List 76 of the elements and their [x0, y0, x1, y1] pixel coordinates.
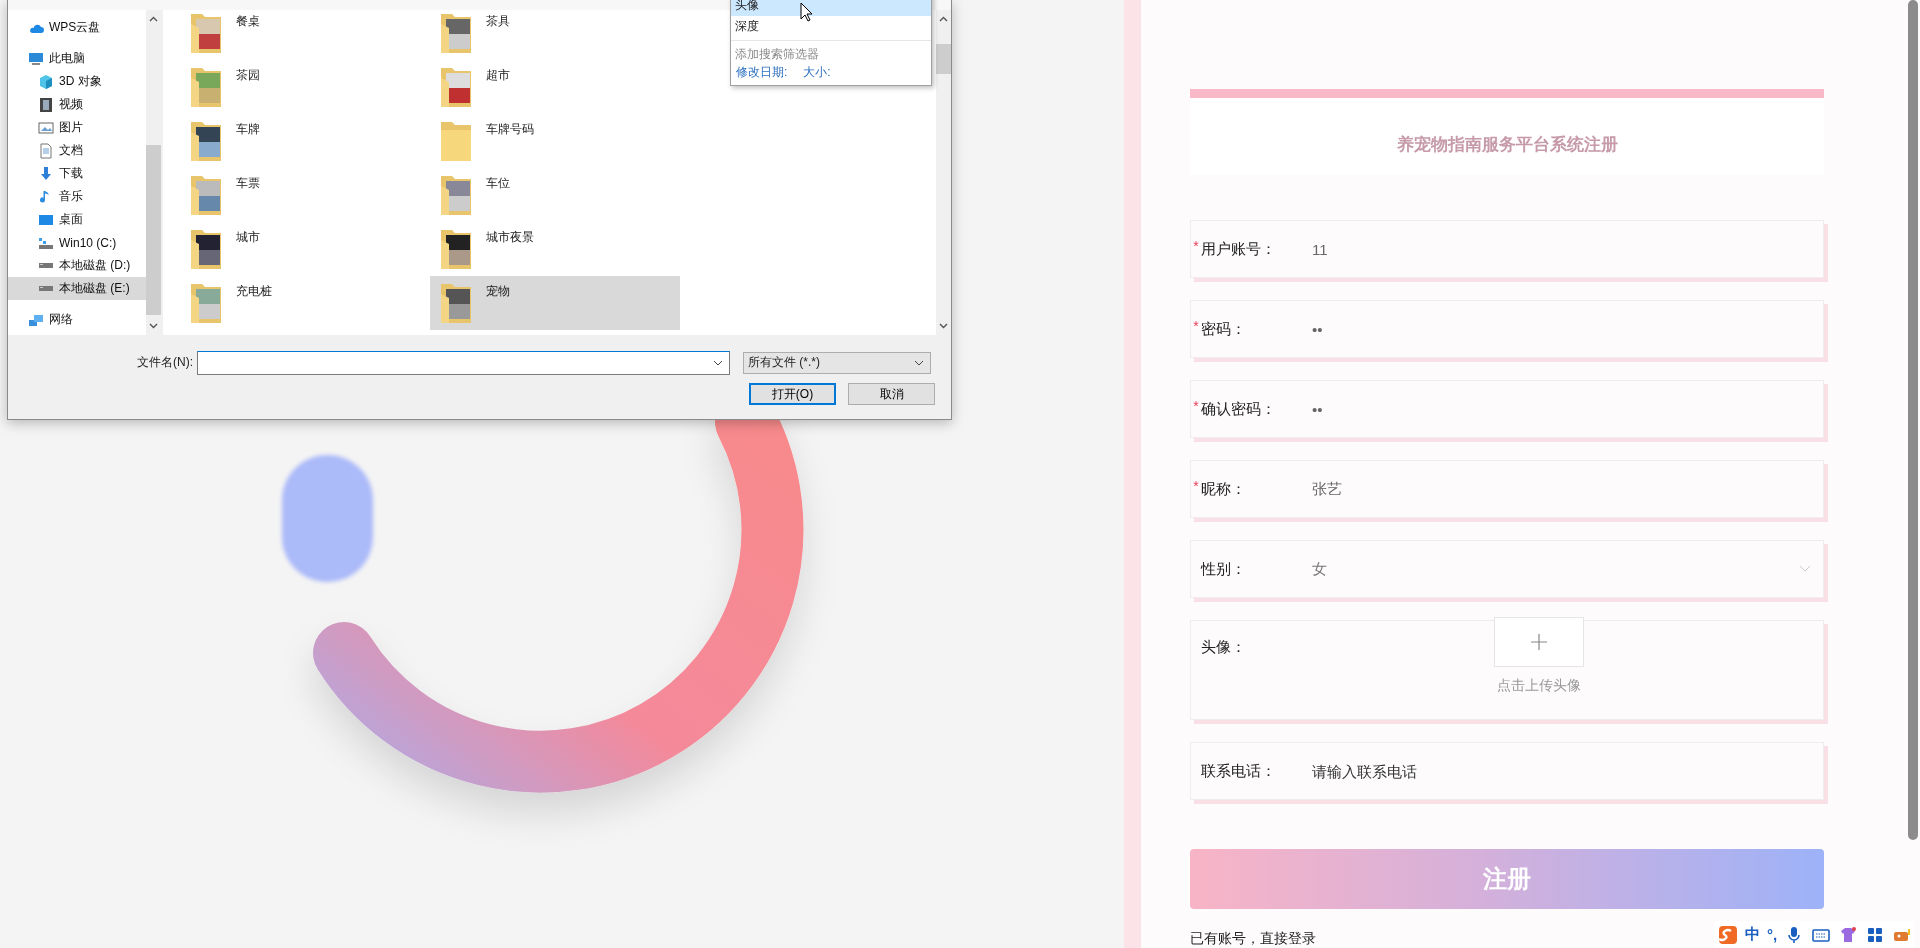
suggestion-item[interactable]: 深度: [731, 16, 931, 37]
input-field[interactable]: 11: [1312, 234, 1823, 264]
nav-item[interactable]: 音乐: [8, 185, 146, 208]
filename-field[interactable]: [197, 350, 730, 375]
scrollbar-thumb[interactable]: [936, 44, 951, 74]
nav-item[interactable]: 视频: [8, 93, 146, 116]
form-title: 养宠物指南服务平台系统注册: [1396, 134, 1618, 156]
dialog-button[interactable]: 打开(O): [749, 383, 836, 405]
input-field[interactable]: ••: [1312, 394, 1823, 424]
nav-item[interactable]: WPS云盘: [8, 16, 146, 39]
folder-item[interactable]: 茶园: [180, 60, 430, 114]
scrollbar[interactable]: [146, 10, 161, 335]
nav-item[interactable]: 图片: [8, 116, 146, 139]
folder-item[interactable]: 车位: [430, 168, 680, 222]
drive-icon: [38, 262, 54, 269]
suggestion-item[interactable]: 头像: [731, 0, 931, 16]
monitor-icon: [28, 50, 44, 67]
field-label: 密码：: [1201, 319, 1247, 339]
input-field[interactable]: ••: [1312, 314, 1823, 344]
filter-link[interactable]: 大小:: [803, 63, 831, 81]
folder-item[interactable]: 超市: [430, 60, 680, 114]
nav-item[interactable]: 文档: [8, 139, 146, 162]
filter-link[interactable]: 修改日期:: [736, 63, 788, 81]
folder-item[interactable]: 宠物: [430, 276, 680, 330]
nav-item[interactable]: 此电脑: [8, 47, 146, 70]
dialog-button[interactable]: 取消: [848, 383, 935, 405]
nav-item[interactable]: 桌面: [8, 208, 146, 231]
shirt-icon[interactable]: [1838, 924, 1859, 945]
folder-item[interactable]: 充电桩: [180, 276, 430, 330]
required-mark: *: [1192, 318, 1200, 334]
field-label: 头像：: [1201, 638, 1247, 657]
input-field[interactable]: 请输入联系电话: [1312, 756, 1823, 786]
select-field[interactable]: 女: [1312, 554, 1823, 584]
required-mark: *: [1192, 398, 1200, 414]
picture-frame-icon: [38, 119, 54, 136]
chevron-icon: [1799, 565, 1811, 573]
field-label: 昵称：: [1201, 479, 1247, 499]
folder-item[interactable]: 城市夜景: [430, 222, 680, 276]
required-mark: *: [1192, 238, 1200, 254]
field-label: 联系电话：: [1201, 761, 1277, 781]
cube-icon: [38, 73, 54, 90]
login-link[interactable]: 已有账号，直接登录: [1190, 930, 1316, 948]
field-label: 文件名(N):: [136, 354, 194, 371]
field-label: 确认密码：: [1201, 399, 1277, 419]
nav-item[interactable]: Win10 (C:): [8, 231, 146, 254]
folder-item[interactable]: 车票: [180, 168, 430, 222]
scrollbar-thumb[interactable]: [1908, 0, 1918, 840]
file-type-dropdown[interactable]: 所有文件 (*.*): [743, 351, 931, 374]
field-label: 用户账号：: [1201, 239, 1277, 259]
drive-icon: [38, 285, 54, 292]
nav-item[interactable]: 本地磁盘 (D:): [8, 254, 146, 277]
folder-item[interactable]: 城市: [180, 222, 430, 276]
upload-caption: 点击上传头像: [1497, 677, 1581, 695]
field-label: 性别：: [1201, 559, 1247, 579]
folder-item[interactable]: 车牌号码: [430, 114, 680, 168]
plus-icon: [1531, 634, 1547, 650]
caret-icon: [914, 359, 924, 366]
folder-item[interactable]: 茶具: [430, 10, 680, 60]
film-icon: [38, 96, 54, 113]
nav-item[interactable]: 3D 对象: [8, 70, 146, 93]
nav-item[interactable]: 下载: [8, 162, 146, 185]
document-icon: [38, 142, 54, 159]
ime-button[interactable]: °,: [1767, 926, 1778, 943]
ime-button[interactable]: 中: [1745, 925, 1760, 944]
folder-item[interactable]: 餐桌: [180, 10, 430, 60]
scrollbar[interactable]: [936, 10, 951, 335]
input-field[interactable]: 张艺: [1312, 474, 1823, 504]
nav-item[interactable]: 网络: [8, 308, 146, 331]
logo-icon[interactable]: [1718, 924, 1738, 945]
scrollbar-thumb[interactable]: [146, 145, 161, 315]
folder-item[interactable]: 车牌: [180, 114, 430, 168]
nav-item[interactable]: 本地磁盘 (E:): [8, 277, 146, 300]
caret-icon: [713, 359, 723, 366]
filter-heading: 添加搜索筛选器: [734, 45, 820, 63]
required-mark: *: [1192, 478, 1200, 494]
download-icon: [38, 165, 54, 182]
